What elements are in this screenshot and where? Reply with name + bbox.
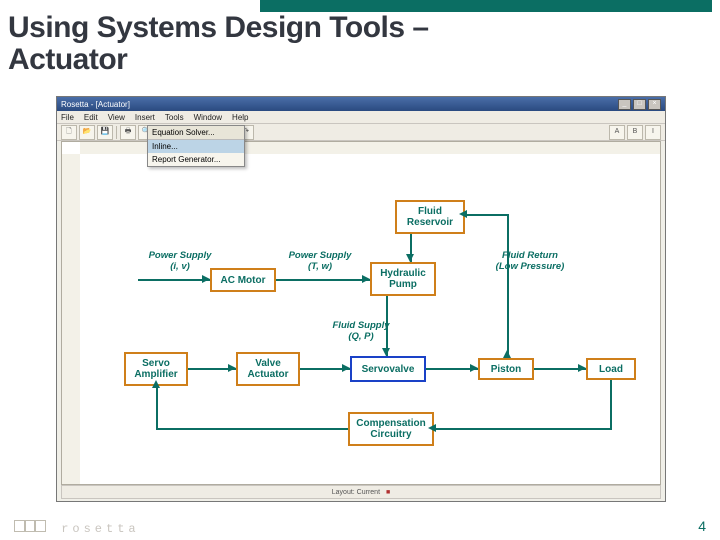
label-power-supply-iv: Power Supply(i, v) (142, 250, 218, 272)
arrowhead (459, 210, 467, 218)
toolbar-save-icon[interactable]: 💾 (97, 125, 113, 140)
edge-into-acmotor (138, 279, 210, 281)
app-titlebar: Rosetta - [Actuator] _ □ × (57, 97, 665, 111)
arrowhead (362, 275, 370, 283)
embedded-app-window: Rosetta - [Actuator] _ □ × File Edit Vie… (56, 96, 666, 502)
arrowhead (342, 364, 350, 372)
toolbar-zoom-icon[interactable]: A (609, 125, 625, 140)
page-number: 4 (698, 518, 706, 534)
menu-view[interactable]: View (108, 113, 125, 122)
dropdown-header[interactable]: Equation Solver... (148, 126, 244, 140)
arrowhead (503, 350, 511, 358)
label-fluid-return: Fluid Return(Low Pressure) (480, 250, 580, 272)
slide-title: Using Systems Design Tools – Actuator (8, 12, 429, 75)
menu-window[interactable]: Window (194, 113, 222, 122)
minimize-button[interactable]: _ (618, 99, 631, 110)
menu-file[interactable]: File (61, 113, 74, 122)
node-valve-actuator[interactable]: ValveActuator (236, 352, 300, 386)
node-ac-motor[interactable]: AC Motor (210, 268, 276, 292)
edge-comp-to-amp-v (156, 386, 158, 430)
arrowhead (578, 364, 586, 372)
app-menubar: File Edit View Insert Tools Window Help (57, 111, 665, 124)
node-compensation[interactable]: CompensationCircuitry (348, 412, 434, 446)
toolbar-new-icon[interactable]: 🗋 (61, 125, 77, 140)
slide-logo: rosetta (14, 520, 140, 536)
toolbar-italic-icon[interactable]: I (645, 125, 661, 140)
status-badge-icon: ■ (386, 489, 390, 496)
menu-insert[interactable]: Insert (135, 113, 155, 122)
arrowhead (152, 380, 160, 388)
edge-comp-to-amp-h (156, 428, 348, 430)
arrowhead (470, 364, 478, 372)
app-title-text: Rosetta - [Actuator] (61, 100, 130, 109)
edge-fluid-return-h (465, 214, 509, 216)
edge-fluid-return-v (507, 214, 509, 354)
app-statusbar: Layout: Current ■ (61, 485, 661, 499)
app-canvas: FluidReservoir AC Motor HydraulicPump Se… (61, 141, 661, 485)
status-layout: Layout: Current (332, 489, 380, 496)
logo-text: rosetta (61, 522, 139, 536)
toolbar-bold-icon[interactable]: B (627, 125, 643, 140)
slide-title-line1: Using Systems Design Tools – (8, 11, 429, 44)
edge-feedback-to-comp (434, 428, 612, 430)
edge-feedback-down (610, 380, 612, 428)
ruler-vertical (62, 154, 81, 484)
edge-acmotor-pump (276, 279, 370, 281)
menu-help[interactable]: Help (232, 113, 248, 122)
dropdown-item-report[interactable]: Report Generator... (148, 153, 244, 166)
arrowhead (228, 364, 236, 372)
node-hydraulic-pump[interactable]: HydraulicPump (370, 262, 436, 296)
node-fluid-reservoir[interactable]: FluidReservoir (395, 200, 465, 234)
arrowhead (202, 275, 210, 283)
canvas-inner[interactable]: FluidReservoir AC Motor HydraulicPump Se… (80, 154, 660, 484)
node-piston[interactable]: Piston (478, 358, 534, 380)
toolbar-open-icon[interactable]: 📂 (79, 125, 95, 140)
menu-tools[interactable]: Tools (165, 113, 184, 122)
label-power-supply-tw: Power Supply(T, w) (280, 250, 360, 272)
menu-edit[interactable]: Edit (84, 113, 98, 122)
tools-dropdown[interactable]: Equation Solver... Inline... Report Gene… (147, 125, 245, 167)
node-load[interactable]: Load (586, 358, 636, 380)
toolbar-print-icon[interactable]: 🖶 (120, 125, 136, 140)
arrowhead (428, 424, 436, 432)
arrowhead (406, 254, 414, 262)
label-fluid-supply-qp: Fluid Supply(Q, P) (324, 320, 398, 342)
maximize-button[interactable]: □ (633, 99, 646, 110)
dropdown-item-inline[interactable]: Inline... (148, 140, 244, 153)
close-button[interactable]: × (648, 99, 661, 110)
node-servovalve[interactable]: Servovalve (350, 356, 426, 382)
arrowhead (382, 348, 390, 356)
slide-title-line2: Actuator (8, 43, 127, 76)
